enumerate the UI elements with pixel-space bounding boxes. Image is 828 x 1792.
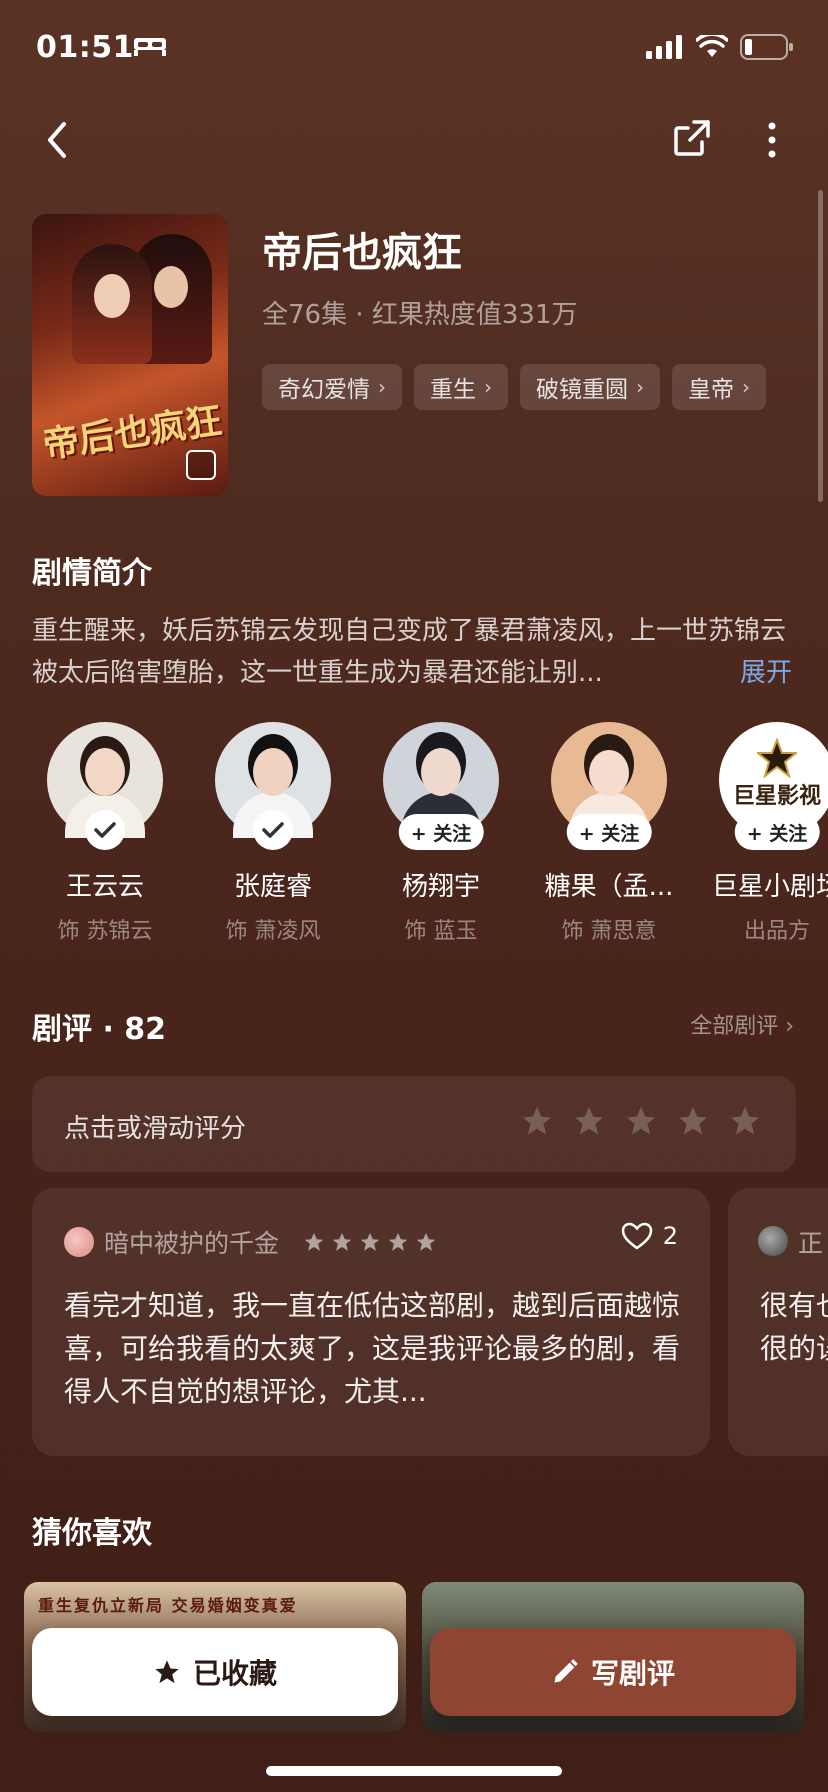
tag-label: 皇帝	[688, 377, 734, 403]
tag-label: 重生	[430, 377, 476, 403]
poster-face	[94, 274, 130, 318]
tag-chip[interactable]: 奇幻爱情 ›	[262, 364, 402, 410]
show-meta: 全76集 · 红果热度值331万	[262, 300, 578, 330]
star-filled-icon	[416, 1232, 436, 1251]
follow-button[interactable]: + 关注	[566, 814, 652, 850]
cast-role: 饰 蓝玉	[404, 919, 478, 944]
cast-name: 巨星小剧场	[711, 872, 828, 902]
like-button[interactable]: 2	[621, 1222, 678, 1250]
cast-role: 饰 萧凌风	[225, 919, 321, 944]
recommend-banner: 重生复仇立新局 交易婚姻变真爱	[38, 1596, 298, 1615]
wifi-icon	[696, 35, 728, 57]
status-time: 01:51	[36, 30, 134, 65]
cast-item[interactable]: 巨星影视 + 关注 巨星小剧场 出品方	[702, 722, 828, 945]
rating-prompt: 点击或滑动评分	[64, 1114, 247, 1144]
cast-item[interactable]: 王云云 饰 苏锦云	[30, 722, 180, 945]
collect-button[interactable]: 已收藏	[32, 1628, 398, 1716]
tag-chip[interactable]: 重生 ›	[414, 364, 508, 410]
expand-link[interactable]: 展开	[740, 652, 792, 689]
follow-button[interactable]: + 关注	[398, 814, 484, 850]
poster-face	[154, 266, 188, 308]
cast-role: 饰 萧思意	[561, 919, 657, 944]
collect-label: 已收藏	[192, 1657, 277, 1690]
chevron-right-icon: ›	[636, 375, 644, 399]
avatar: + 关注	[383, 722, 499, 850]
cellular-signal-icon	[646, 35, 682, 59]
chevron-right-icon: ›	[484, 375, 492, 399]
reviews-title: 剧评 · 82	[32, 1012, 167, 1047]
write-review-label: 写剧评	[590, 1657, 675, 1690]
cast-role: 饰 苏锦云	[57, 919, 153, 944]
tag-label: 奇幻爱情	[278, 377, 370, 403]
star-icon	[155, 1660, 179, 1684]
cast-name: 糖果（孟...	[544, 872, 674, 902]
cast-list: 王云云 饰 苏锦云 张庭睿 饰 萧凌风 + 关注 杨翔宇 饰 蓝玉 + 关注 糖…	[30, 722, 828, 952]
synopsis-text: 重生醒来，妖后苏锦云发现自己变成了暴君萧凌风，上一世苏锦云被太后陷害堕胎，这一世…	[32, 616, 787, 688]
avatar	[64, 1227, 94, 1257]
producer-logo-text: 巨星影视	[732, 783, 821, 809]
follow-button[interactable]: + 关注	[734, 814, 820, 850]
poster-badge-icon	[186, 450, 216, 480]
avatar	[758, 1226, 788, 1256]
home-indicator[interactable]	[266, 1766, 562, 1776]
avatar: + 关注	[551, 722, 667, 850]
cast-item[interactable]: 张庭睿 饰 萧凌风	[198, 722, 348, 945]
cast-name: 张庭睿	[233, 872, 312, 902]
tag-chip[interactable]: 破镜重圆 ›	[520, 364, 660, 410]
all-reviews-link[interactable]: 全部剧评 ›	[690, 1008, 794, 1040]
recommend-title: 猜你喜欢	[32, 1516, 152, 1551]
review-text: 看完才知道，我一直在低估这部剧，越到后面越惊喜，可给我看的太爽了，这是我评论最多…	[64, 1289, 681, 1408]
share-icon[interactable]	[672, 118, 712, 158]
review-user: 暗中被护的千金	[64, 1224, 437, 1260]
avatar	[215, 722, 331, 850]
star-empty-icon[interactable]	[520, 1104, 554, 1138]
show-poster[interactable]: 帝后也疯狂	[32, 214, 228, 496]
bed-icon	[134, 38, 166, 56]
avatar: 巨星影视 + 关注	[719, 722, 828, 850]
cast-role: 出品方	[743, 919, 810, 944]
tag-chip[interactable]: 皇帝 ›	[672, 364, 766, 410]
heart-icon	[621, 1222, 652, 1250]
scrollbar[interactable]	[818, 190, 823, 502]
avatar	[47, 722, 163, 850]
star-empty-icon[interactable]	[728, 1104, 762, 1138]
more-icon[interactable]	[762, 118, 782, 162]
review-username: 暗中被护的千金	[104, 1229, 280, 1258]
tag-label: 破镜重圆	[536, 377, 628, 403]
tag-list: 奇幻爱情 › 重生 › 破镜重圆 › 皇帝 ›	[262, 364, 766, 410]
back-icon[interactable]	[40, 118, 76, 162]
status-indicators	[646, 34, 794, 60]
followed-check-icon[interactable]	[85, 810, 125, 850]
battery-icon	[740, 34, 793, 60]
pencil-icon	[554, 1659, 578, 1683]
like-count: 2	[662, 1222, 678, 1250]
star-filled-icon	[304, 1232, 324, 1251]
rating-box[interactable]: 点击或滑动评分	[32, 1076, 796, 1172]
star-filled-icon	[360, 1232, 380, 1251]
cast-item[interactable]: + 关注 糖果（孟... 饰 萧思意	[534, 722, 684, 945]
chevron-right-icon: ›	[742, 375, 750, 399]
review-username: 正	[798, 1229, 824, 1258]
cast-name: 杨翔宇	[401, 872, 480, 902]
chevron-right-icon: ›	[378, 375, 386, 399]
write-review-button[interactable]: 写剧评	[430, 1628, 796, 1716]
star-filled-icon	[332, 1232, 352, 1251]
star-empty-icon[interactable]	[676, 1104, 710, 1138]
cast-item[interactable]: + 关注 杨翔宇 饰 蓝玉	[366, 722, 516, 945]
review-card[interactable]: 正 很有也很的误	[728, 1188, 828, 1456]
star-empty-icon[interactable]	[572, 1104, 606, 1138]
review-stars	[303, 1231, 437, 1253]
cast-name: 王云云	[65, 872, 144, 902]
review-card[interactable]: 暗中被护的千金 2 看完才知道，我一直在低估这部剧，越到后面越惊喜，可给我看的太…	[32, 1188, 710, 1456]
review-text: 很有也很的误	[760, 1289, 828, 1365]
synopsis-title: 剧情简介	[32, 556, 152, 591]
show-title: 帝后也疯狂	[262, 230, 462, 276]
followed-check-icon[interactable]	[253, 810, 293, 850]
rating-stars[interactable]	[520, 1104, 762, 1138]
star-empty-icon[interactable]	[624, 1104, 658, 1138]
star-filled-icon	[388, 1232, 408, 1251]
star-logo-icon	[757, 738, 797, 778]
